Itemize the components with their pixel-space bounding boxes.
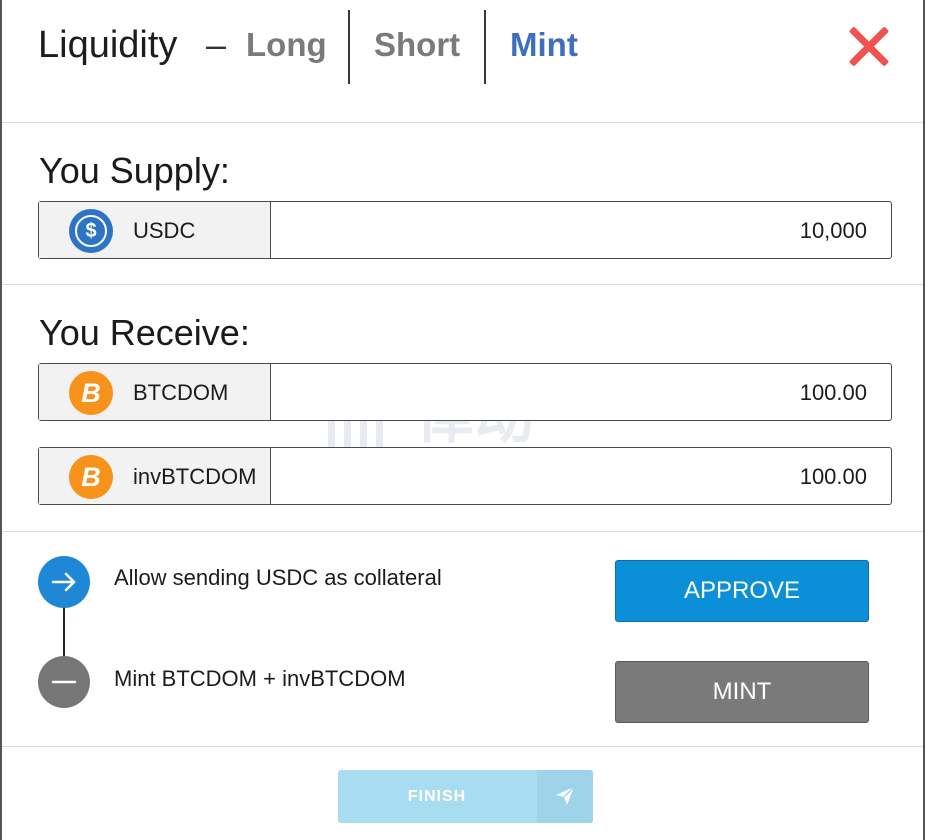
- mint-button[interactable]: MINT: [615, 661, 869, 723]
- divider: [2, 746, 923, 747]
- step-connector: [63, 606, 65, 660]
- minus-icon: [51, 680, 77, 684]
- bitcoin-icon: B: [69, 455, 113, 499]
- finish-label: FINISH: [407, 788, 467, 805]
- receive-amount[interactable]: 100.00: [800, 464, 867, 490]
- approve-button[interactable]: APPROVE: [615, 560, 869, 622]
- supply-label: You Supply:: [39, 150, 230, 191]
- modal-header: Liquidity – Long Short Mint: [2, 0, 923, 123]
- usdc-icon: $: [69, 209, 113, 253]
- token-name: invBTCDOM: [133, 464, 257, 489]
- liquidity-modal: Liquidity – Long Short Mint You Supply: …: [0, 0, 925, 840]
- token-selector[interactable]: B BTCDOM: [39, 364, 271, 420]
- receive-token-field[interactable]: B invBTCDOM 100.00: [38, 447, 892, 505]
- token-selector[interactable]: $ USDC: [39, 202, 271, 258]
- step-2-indicator: [38, 656, 90, 708]
- tab-divider: [484, 10, 486, 84]
- tab-long[interactable]: Long: [246, 26, 327, 64]
- close-icon[interactable]: [848, 26, 890, 68]
- tab-short[interactable]: Short: [374, 26, 460, 64]
- tab-mint[interactable]: Mint: [510, 26, 578, 64]
- receive-label: You Receive:: [39, 312, 250, 353]
- title-separator: –: [206, 24, 227, 65]
- step-1-text: Allow sending USDC as collateral: [114, 565, 442, 590]
- supply-amount[interactable]: 10,000: [800, 218, 867, 244]
- divider: [2, 531, 923, 532]
- receive-amount[interactable]: 100.00: [800, 380, 867, 406]
- finish-button[interactable]: FINISH: [338, 770, 593, 823]
- paper-plane-icon: [537, 770, 593, 823]
- tab-divider: [348, 10, 350, 84]
- receive-token-field[interactable]: B BTCDOM 100.00: [38, 363, 892, 421]
- token-selector[interactable]: B invBTCDOM: [39, 448, 271, 504]
- arrow-right-icon: [51, 572, 76, 592]
- divider: [2, 284, 923, 285]
- token-name: BTCDOM: [133, 380, 229, 405]
- token-name: USDC: [133, 218, 196, 243]
- supply-token-field[interactable]: $ USDC 10,000: [38, 201, 892, 259]
- bitcoin-icon: B: [69, 371, 113, 415]
- modal-title: Liquidity: [38, 24, 178, 66]
- step-1-indicator: [38, 556, 90, 608]
- step-2-text: Mint BTCDOM + invBTCDOM: [114, 666, 406, 691]
